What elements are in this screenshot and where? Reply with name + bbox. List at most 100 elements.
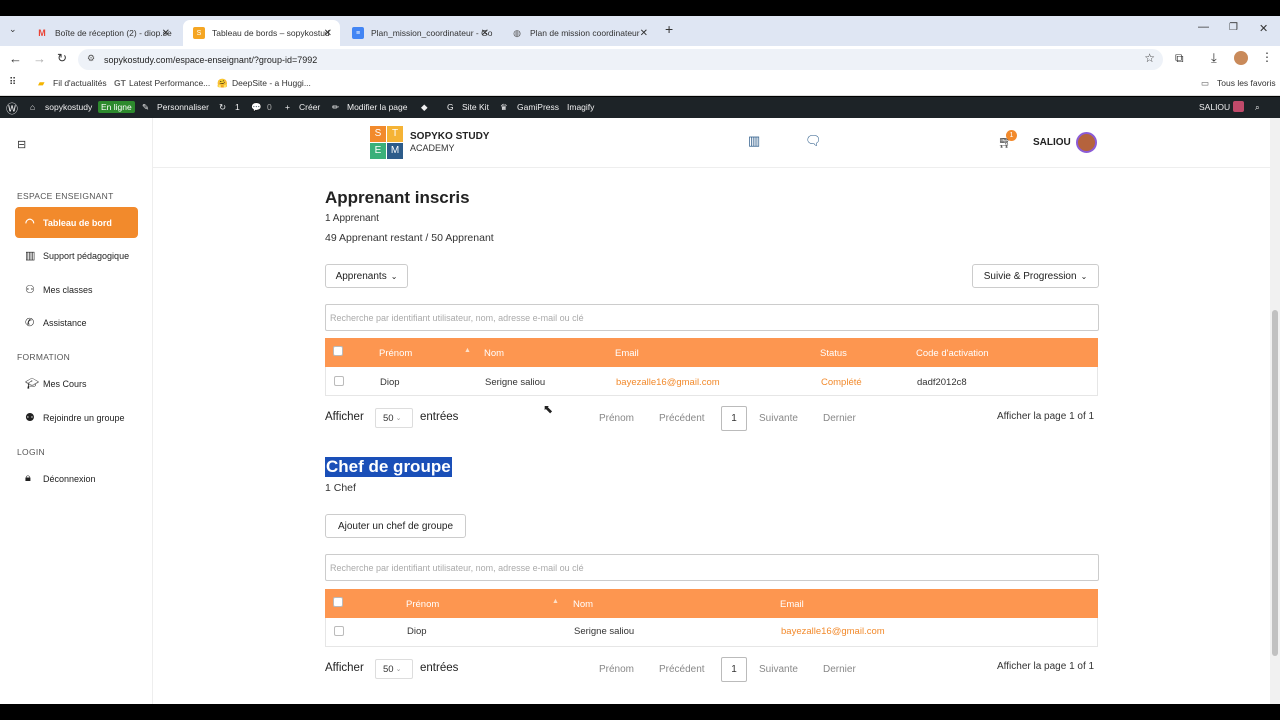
user-avatar[interactable] [1076,132,1097,153]
pager-first[interactable]: Prénom [599,413,634,424]
pager-previous[interactable]: Précédent [659,413,705,424]
per-page-select[interactable]: 50 ⌄ [375,408,413,428]
bookmark-item[interactable]: Fil d'actualités [53,78,107,88]
forward-icon[interactable]: → [33,51,46,66]
diamond-icon[interactable]: ◆ [421,102,428,113]
row-checkbox[interactable] [334,626,344,636]
new-tab-icon[interactable]: + [665,21,673,37]
minimize-icon[interactable]: — [1198,21,1209,33]
sidebar-item-classes[interactable]: ⚇ Mes classes [15,274,138,305]
row-checkbox[interactable] [334,376,344,386]
restore-icon[interactable]: ❐ [1229,22,1238,33]
sidebar-item-assistance[interactable]: ✆ Assistance [15,307,138,338]
extensions-icon[interactable]: ⧉ [1175,51,1184,66]
bookmarks-bar: ⠿ ▰ Fil d'actualités GT Latest Performan… [0,72,1280,96]
column-header-nom[interactable]: Nom [573,599,593,610]
pager-info: Afficher la page 1 of 1 [997,411,1095,422]
logo[interactable]: S T E M [370,126,404,160]
cell-nom: Serigne saliou [485,377,546,388]
reload-icon[interactable]: ↻ [57,51,67,65]
pager-last[interactable]: Dernier [823,413,856,424]
cell-email-link[interactable]: bayezalle16@gmail.com [616,377,720,388]
all-bookmarks[interactable]: Tous les favoris [1217,78,1276,88]
add-leader-button[interactable]: Ajouter un chef de groupe [325,514,466,538]
pager-next[interactable]: Suivante [759,413,798,424]
sidebar-item-dashboard[interactable]: ◠ Tableau de bord [15,207,138,238]
sort-icon[interactable]: ▲ [464,347,471,354]
download-icon[interactable]: ⤓ [1211,50,1217,66]
bookmark-star-icon[interactable]: ☆ [1144,51,1155,65]
tab-plan[interactable]: ◍ Plan de mission coordinateur ✕ [501,20,656,46]
bookmark-item[interactable]: DeepSite - a Huggi... [232,78,311,88]
pager-previous[interactable]: Précédent [659,664,705,675]
profile-avatar[interactable] [1234,51,1248,65]
back-icon[interactable]: ← [9,51,22,66]
select-all-checkbox[interactable] [333,597,343,607]
cell-email-link[interactable]: bayezalle16@gmail.com [781,626,885,637]
gamipress-link[interactable]: GamiPress [517,102,559,112]
column-header-nom[interactable]: Nom [484,348,504,359]
url-field[interactable]: ⚙ sopykostudy.com/espace-enseignant/?gro… [78,49,1163,70]
wp-user-avatar[interactable] [1233,101,1244,112]
site-kit-link[interactable]: Site Kit [462,102,489,112]
updates-count[interactable]: 1 [235,102,240,112]
create-link[interactable]: Créer [299,102,320,112]
menu-icon[interactable]: ⋮ [1261,50,1273,64]
tab-list-chevron-icon[interactable]: ⌄ [9,24,17,35]
column-header-prenom[interactable]: Prénom [379,348,412,359]
docs-icon: ≡ [352,27,364,39]
scrollbar-thumb[interactable] [1272,310,1278,656]
close-icon[interactable]: ✕ [640,28,648,39]
library-icon[interactable]: ▥ [748,133,760,149]
sidebar-item-logout[interactable]: 🔒︎ Déconnexion [15,463,138,494]
edit-page-link[interactable]: Modifier la page [347,102,407,112]
site-info-icon[interactable]: ⚙ [87,53,95,64]
imagify-link[interactable]: Imagify [567,102,594,112]
sidebar-item-courses[interactable]: 🎓︎ Mes Cours [15,368,138,399]
sidebar-item-label: Tableau de bord [43,217,112,228]
pager-first[interactable]: Prénom [599,664,634,675]
tab-plan-sheet[interactable]: ≡ Plan_mission_coordinateur - Go ✕ [342,20,497,46]
close-icon[interactable]: ✕ [324,28,332,39]
close-window-icon[interactable]: ✕ [1259,22,1268,35]
letterbox-bottom [0,704,1280,720]
wp-user-name[interactable]: SALIOU [1199,102,1230,112]
pager-current-page[interactable]: 1 [721,657,747,682]
pager-last[interactable]: Dernier [823,664,856,675]
bookmark-item[interactable]: Latest Performance... [129,78,210,88]
close-icon[interactable]: ✕ [162,28,170,39]
per-page-select[interactable]: 50 ⌄ [375,659,413,679]
search-icon[interactable]: ⌕ [1255,102,1260,113]
learners-search-input[interactable]: Recherche par identifiant utilisateur, n… [325,304,1099,331]
close-icon[interactable]: ✕ [481,28,489,39]
pager-current-page[interactable]: 1 [721,406,747,431]
progress-dropdown[interactable]: Suivie & Progression ⌄ [972,264,1099,288]
column-header-status[interactable]: Status [820,348,847,359]
leaders-title: Chef de groupe [325,457,452,477]
customize-link[interactable]: Personnaliser [157,102,209,112]
column-header-prenom[interactable]: Prénom [406,599,439,610]
apps-icon[interactable]: ⠿ [9,77,16,88]
column-header-code[interactable]: Code d'activation [916,348,989,359]
wordpress-icon[interactable]: Ⓦ [6,100,18,117]
comments-count[interactable]: 0 [267,102,272,112]
select-all-checkbox[interactable] [333,346,343,356]
user-name[interactable]: SALIOU [1033,137,1071,148]
tab-dashboard[interactable]: S Tableau de bords – sopykostud ✕ [183,20,340,46]
letterbox-top [0,0,1280,16]
tab-gmail[interactable]: M Boîte de réception (2) - diop.se ✕ [26,20,178,46]
chat-icon[interactable]: 🗨︎ [805,133,822,149]
site-name[interactable]: sopykostudy [45,102,92,112]
learners-dropdown[interactable]: Apprenants ⌄ [325,264,408,288]
huggingface-icon: 🤗 [217,78,228,88]
column-header-email[interactable]: Email [615,348,639,359]
sidebar-item-join-group[interactable]: ⚉ Rejoindre un groupe [15,402,138,433]
column-header-email[interactable]: Email [780,599,804,610]
wp-admin-bar: Ⓦ ⌂ sopykostudy En ligne ✎ Personnaliser… [0,97,1280,118]
sidebar-toggle-icon[interactable]: ⊟ [17,138,26,151]
sort-icon[interactable]: ▲ [552,598,559,605]
pager-next[interactable]: Suivante [759,664,798,675]
leaders-search-input[interactable]: Recherche par identifiant utilisateur, n… [325,554,1099,581]
page-scrollbar[interactable] [1270,118,1280,704]
sidebar-item-support[interactable]: ▥ Support pédagogique [15,240,138,271]
